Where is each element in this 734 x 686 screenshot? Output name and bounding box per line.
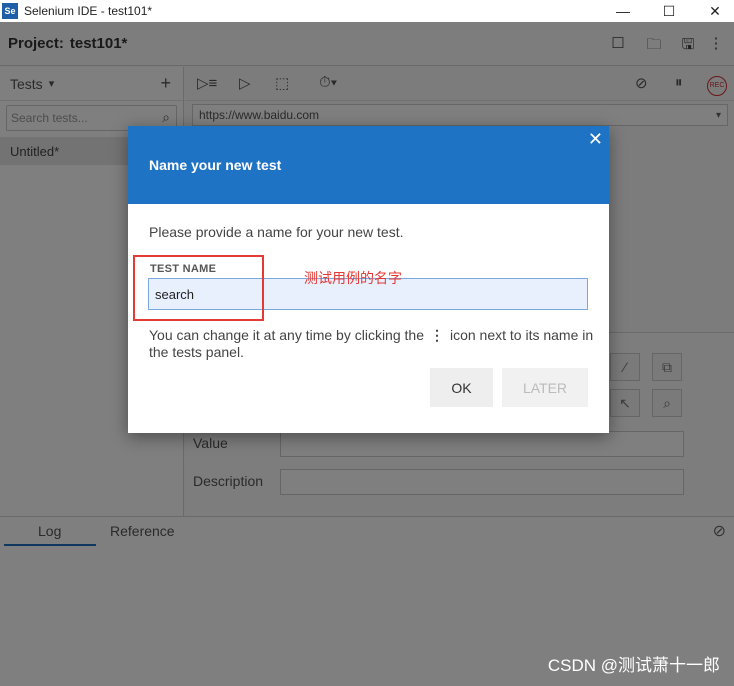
watermark: CSDN @测试萧十一郎 bbox=[547, 656, 720, 675]
dialog-title: Name your new test bbox=[149, 157, 282, 173]
close-window-button[interactable]: ✕ bbox=[692, 0, 734, 22]
dialog-hint: You can change it at any time by clickin… bbox=[149, 327, 594, 361]
maximize-button[interactable]: ☐ bbox=[646, 0, 692, 22]
later-button[interactable]: LATER bbox=[502, 368, 588, 407]
dialog-prompt: Please provide a name for your new test. bbox=[149, 224, 404, 240]
annotation-highlight-box bbox=[133, 255, 264, 321]
more-options-icon: ⋮ bbox=[429, 327, 444, 343]
minimize-button[interactable]: — bbox=[600, 0, 646, 22]
window-title-bar: Se Selenium IDE - test101* — ☐ ✕ bbox=[0, 0, 734, 22]
selenium-app-icon: Se bbox=[2, 3, 18, 19]
window-title: Selenium IDE - test101* bbox=[24, 4, 153, 18]
ok-button[interactable]: OK bbox=[430, 368, 493, 407]
hint-text-before: You can change it at any time by clickin… bbox=[149, 327, 424, 343]
close-icon[interactable]: ✕ bbox=[588, 129, 603, 150]
annotation-text: 测试用例的名字 bbox=[304, 270, 402, 286]
dialog-header: Name your new test ✕ bbox=[128, 126, 609, 204]
